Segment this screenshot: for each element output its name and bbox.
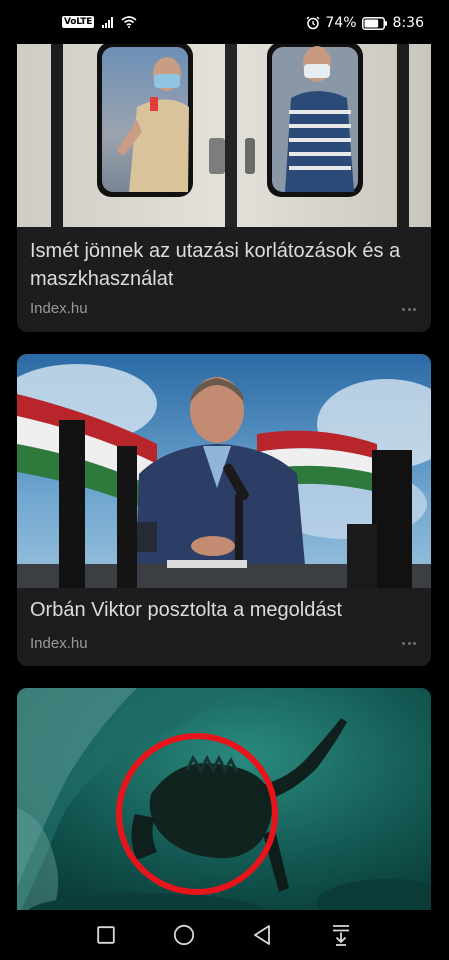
signal-icon [102,16,114,28]
navigation-bar [0,910,449,960]
back-icon[interactable] [247,922,277,948]
card-source: Index.hu [30,635,88,652]
notification-shade-icon[interactable] [326,922,356,948]
clock-time: 8:36 [392,15,424,31]
card-image-subway[interactable] [17,44,431,227]
volte-badge: VoLTE [62,16,95,28]
news-card[interactable]: Ismét jönnek az utazási korlátozások és … [17,44,431,332]
status-right: 74% 8:36 [306,15,424,31]
news-feed[interactable]: Ismét jönnek az utazási korlátozások és … [0,44,449,910]
status-left: VoLTE [62,16,137,28]
wifi-icon [121,16,137,28]
status-bar: VoLTE 74% 8:36 [0,0,449,44]
home-icon[interactable] [169,922,199,948]
recent-apps-icon[interactable] [91,922,121,948]
card-more-icon[interactable] [402,306,416,312]
battery-icon [361,16,388,30]
card-title[interactable]: Orbán Viktor posztolta a megoldást [30,596,415,624]
card-source: Index.hu [30,300,88,317]
card-title[interactable]: Ismét jönnek az utazási korlátozások és … [30,237,415,293]
card-image-underwater[interactable] [17,688,431,910]
news-card[interactable] [17,688,431,910]
alarm-icon [306,16,320,30]
card-image-studio[interactable] [17,354,431,588]
news-card[interactable]: Orbán Viktor posztolta a megoldást Index… [17,354,431,666]
card-more-icon[interactable] [402,640,416,646]
battery-percent: 74% [325,15,357,31]
